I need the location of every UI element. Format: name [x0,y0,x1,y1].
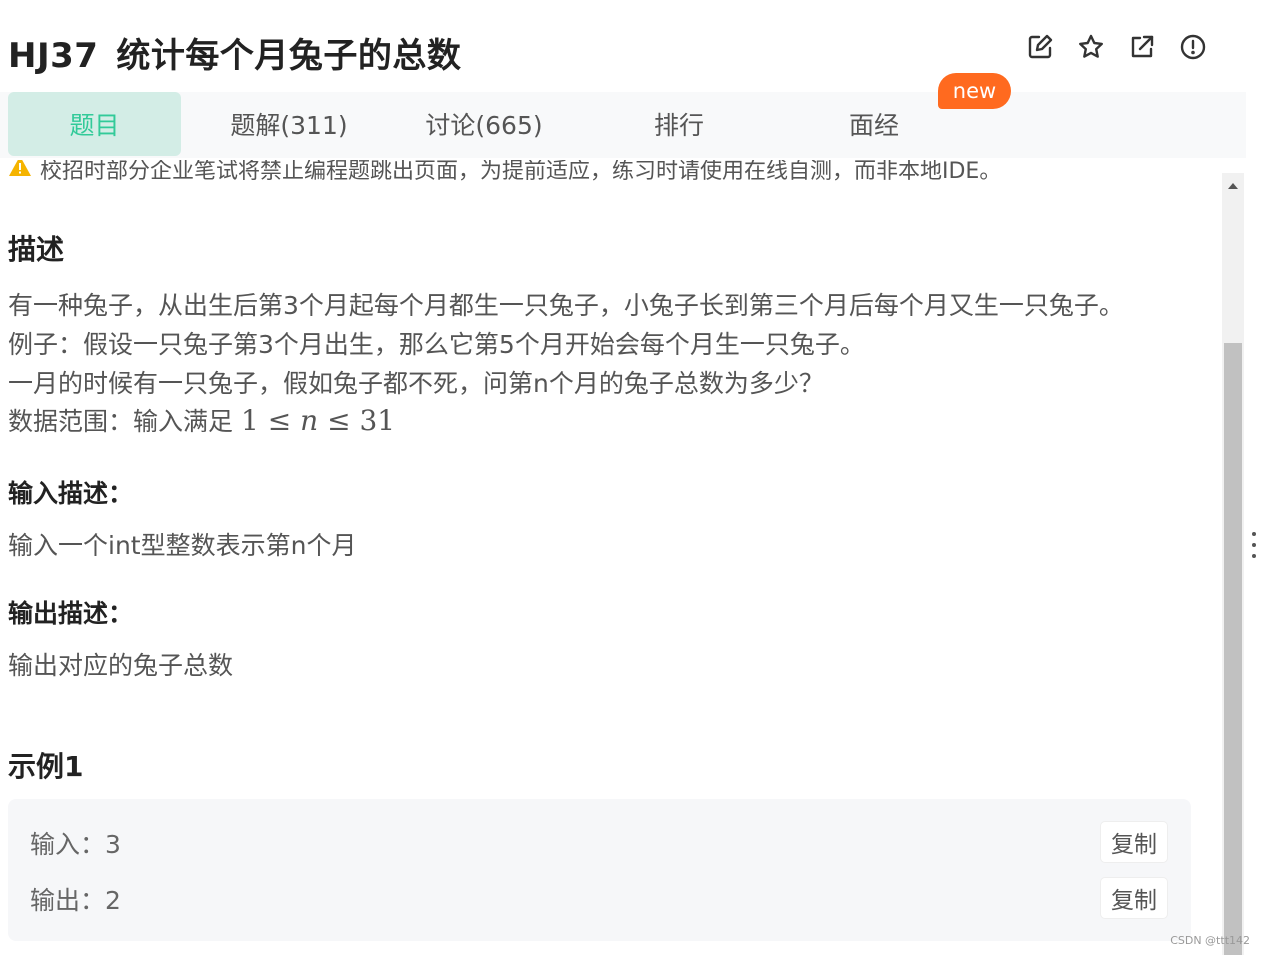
problem-title: 统计每个月兔子的总数 [116,36,462,76]
external-link-icon[interactable] [1129,34,1155,60]
tab-solutions[interactable]: 题解(311) [196,92,382,156]
tab-ranking[interactable]: 排行 [586,92,772,156]
example-input-value: 3 [105,830,121,859]
notice-bar: 校招时部分企业笔试将禁止编程题跳出页面，为提前适应，练习时请使用在线自测，而非本… [8,160,1208,186]
problem-header: HJ37 统计每个月兔子的总数 [0,0,1246,92]
notice-text: 校招时部分企业笔试将禁止编程题跳出页面，为提前适应，练习时请使用在线自测，而非本… [40,160,1002,184]
example-input: 输入：3 [30,825,121,861]
copy-input-button[interactable]: 复制 [1101,822,1167,862]
example-box: 输入：3 复制 输出：2 复制 [8,799,1191,941]
warning-icon [8,160,32,183]
data-range: 数据范围：输入满足 1 ≤ n ≤ 31 [8,402,395,438]
star-icon[interactable] [1078,34,1104,60]
scroll-up-arrow-icon[interactable] [1228,183,1238,189]
example-output-value: 2 [105,886,121,915]
data-range-math: 1 ≤ n ≤ 31 [241,404,396,437]
description-line: 一月的时候有一只兔子，假如兔子都不死，问第n个月的兔子总数为多少？ [8,369,824,398]
problem-code: HJ37 [8,36,99,76]
report-icon[interactable] [1180,34,1206,60]
example-output: 输出：2 [30,881,121,917]
description-line: 有一种兔子，从出生后第3个月起每个月都生一只兔子，小兔子长到第三个月后每个月又生… [8,291,1124,320]
panel-resize-handle-icon[interactable] [1252,532,1256,558]
example-output-label: 输出： [30,886,106,915]
new-badge: new [938,73,1011,109]
description-line: 例子：假设一只兔子第3个月出生，那么它第5个月开始会每个月生一只兔子。 [8,330,865,359]
description-heading: 描述 [8,233,65,266]
example-input-label: 输入： [30,830,106,859]
scrollbar[interactable] [1222,173,1244,955]
header-actions [1027,34,1206,60]
output-desc-text: 输出对应的兔子总数 [8,651,234,680]
input-desc-text: 输入一个int型整数表示第n个月 [8,531,357,560]
example-heading: 示例1 [8,750,84,783]
page-title: HJ37 统计每个月兔子的总数 [8,28,461,77]
watermark: CSDN @ttt142 [1170,934,1250,947]
tab-discussion[interactable]: 讨论(665) [391,92,577,156]
edit-icon[interactable] [1027,34,1053,60]
output-desc-heading: 输出描述： [8,599,134,628]
tab-bar: 题目 题解(311) 讨论(665) 排行 面经 [0,92,1246,158]
copy-output-button[interactable]: 复制 [1101,878,1167,918]
data-range-label: 数据范围：输入满足 [8,407,234,436]
scrollbar-thumb[interactable] [1224,343,1242,955]
input-desc-heading: 输入描述： [8,479,134,508]
tab-problem[interactable]: 题目 [8,92,181,156]
